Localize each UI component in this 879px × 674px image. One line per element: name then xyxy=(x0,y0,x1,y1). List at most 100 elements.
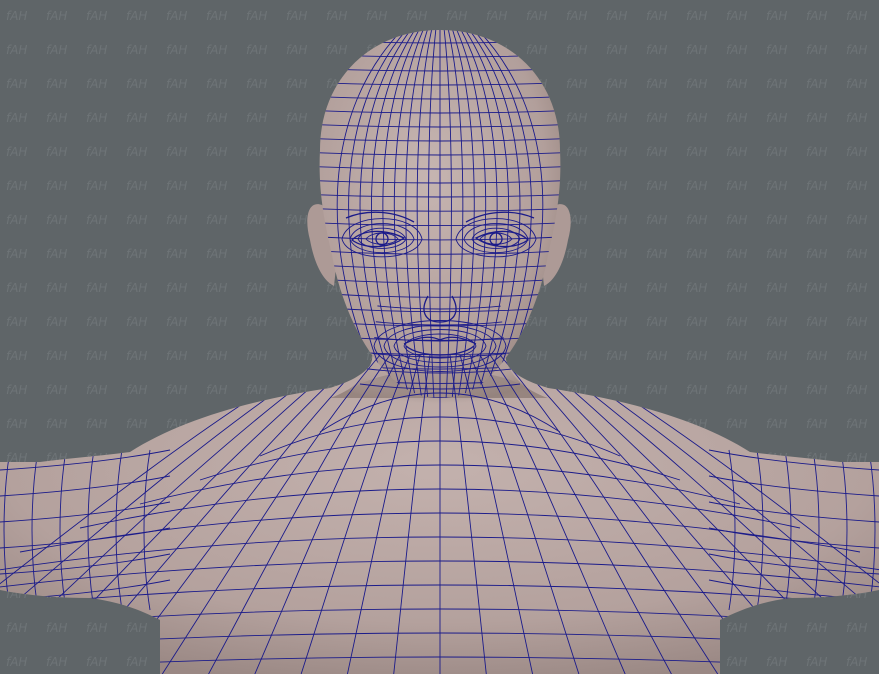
watermark-text: fAH xyxy=(606,281,627,295)
watermark-text: fAH xyxy=(686,213,707,227)
watermark-text: fAH xyxy=(646,383,667,397)
watermark-text: fAH xyxy=(766,43,787,57)
watermark-text: fAH xyxy=(246,179,267,193)
watermark-text: fAH xyxy=(126,145,147,159)
watermark-text: fAH xyxy=(646,213,667,227)
watermark-text: fAH xyxy=(646,9,667,23)
watermark-text: fAH xyxy=(526,43,547,57)
watermark-text: fAH xyxy=(86,315,107,329)
watermark-text: fAH xyxy=(606,315,627,329)
watermark-text: fAH xyxy=(86,9,107,23)
watermark-text: fAH xyxy=(446,9,467,23)
watermark-text: fAH xyxy=(126,43,147,57)
watermark-text: fAH xyxy=(6,655,27,669)
watermark-text: fAH xyxy=(246,111,267,125)
watermark-text: fAH xyxy=(606,43,627,57)
watermark-text: fAH xyxy=(46,655,67,669)
watermark-text: fAH xyxy=(806,213,827,227)
watermark-text: fAH xyxy=(6,349,27,363)
watermark-text: fAH xyxy=(326,315,347,329)
watermark-text: fAH xyxy=(766,247,787,261)
watermark-text: fAH xyxy=(326,9,347,23)
watermark-text: fAH xyxy=(6,247,27,261)
watermark-text: fAH xyxy=(606,213,627,227)
watermark-text: fAH xyxy=(726,111,747,125)
watermark-text: fAH xyxy=(6,111,27,125)
watermark-text: fAH xyxy=(846,281,867,295)
watermark-text: fAH xyxy=(166,383,187,397)
watermark-text: fAH xyxy=(246,9,267,23)
watermark-text: fAH xyxy=(286,247,307,261)
watermark-text: fAH xyxy=(566,111,587,125)
watermark-text: fAH xyxy=(806,179,827,193)
watermark-text: fAH xyxy=(686,349,707,363)
watermark-text: fAH xyxy=(806,315,827,329)
watermark-text: fAH xyxy=(686,247,707,261)
3d-viewport[interactable]: fAH fAH fAH fAH fAH fAH fAH fAH fAH fAH fAH fAH fAH f… xyxy=(0,0,879,674)
watermark-text: fAH xyxy=(686,179,707,193)
watermark-text: fAH xyxy=(846,9,867,23)
watermark-text: fAH xyxy=(806,383,827,397)
watermark-text: fAH xyxy=(806,77,827,91)
watermark-text: fAH xyxy=(86,213,107,227)
watermark-text: fAH xyxy=(566,43,587,57)
watermark-text: fAH xyxy=(46,213,67,227)
watermark-text: fAH xyxy=(246,383,267,397)
watermark-text: fAH xyxy=(846,655,867,669)
watermark-text: fAH xyxy=(126,315,147,329)
watermark-text: fAH xyxy=(766,111,787,125)
watermark-text: fAH xyxy=(766,621,787,635)
watermark-text: fAH xyxy=(286,213,307,227)
watermark-text: fAH xyxy=(46,43,67,57)
watermark-text: fAH xyxy=(486,9,507,23)
watermark-text: fAH xyxy=(366,9,387,23)
watermark-text: fAH xyxy=(686,9,707,23)
watermark-text: fAH xyxy=(6,621,27,635)
watermark-text: fAH xyxy=(46,179,67,193)
watermark-text: fAH xyxy=(6,145,27,159)
watermark-text: fAH xyxy=(726,247,747,261)
watermark-text: fAH xyxy=(566,315,587,329)
watermark-text: fAH xyxy=(286,111,307,125)
watermark-text: fAH xyxy=(206,179,227,193)
watermark-text: fAH xyxy=(206,77,227,91)
watermark-text: fAH xyxy=(806,621,827,635)
watermark-text: fAH xyxy=(846,383,867,397)
watermark-text: fAH xyxy=(286,77,307,91)
watermark-text: fAH xyxy=(166,247,187,261)
watermark-text: fAH xyxy=(206,247,227,261)
watermark-text: fAH xyxy=(86,349,107,363)
watermark-text: fAH xyxy=(686,111,707,125)
watermark-text: fAH xyxy=(126,417,147,431)
watermark-text: fAH xyxy=(126,179,147,193)
watermark-text: fAH xyxy=(806,247,827,261)
watermark-text: fAH xyxy=(6,417,27,431)
watermark-text: fAH xyxy=(726,655,747,669)
watermark-text: fAH xyxy=(646,111,667,125)
watermark-text: fAH xyxy=(766,179,787,193)
watermark-text: fAH xyxy=(126,213,147,227)
watermark-text: fAH xyxy=(806,111,827,125)
watermark-text: fAH xyxy=(46,9,67,23)
watermark-text: fAH xyxy=(606,111,627,125)
watermark-text: fAH xyxy=(806,145,827,159)
watermark-text: fAH xyxy=(166,145,187,159)
watermark-text: fAH xyxy=(246,281,267,295)
watermark-text: fAH xyxy=(126,349,147,363)
watermark-text: fAH xyxy=(46,383,67,397)
watermark-text: fAH xyxy=(686,281,707,295)
watermark-text: fAH xyxy=(846,43,867,57)
watermark-text: fAH xyxy=(806,9,827,23)
watermark-text: fAH xyxy=(726,145,747,159)
watermark-text: fAH xyxy=(846,111,867,125)
watermark-text: fAH xyxy=(166,281,187,295)
watermark-text: fAH xyxy=(46,77,67,91)
viewport-canvas[interactable]: fAH fAH fAH fAH fAH fAH fAH fAH fAH fAH fAH fAH fAH f… xyxy=(0,0,879,674)
watermark-text: fAH xyxy=(606,247,627,261)
watermark-text: fAH xyxy=(86,383,107,397)
watermark-text: fAH xyxy=(766,77,787,91)
watermark-text: fAH xyxy=(166,9,187,23)
watermark-text: fAH xyxy=(86,77,107,91)
watermark-text: fAH xyxy=(726,621,747,635)
watermark-text: fAH xyxy=(526,315,547,329)
